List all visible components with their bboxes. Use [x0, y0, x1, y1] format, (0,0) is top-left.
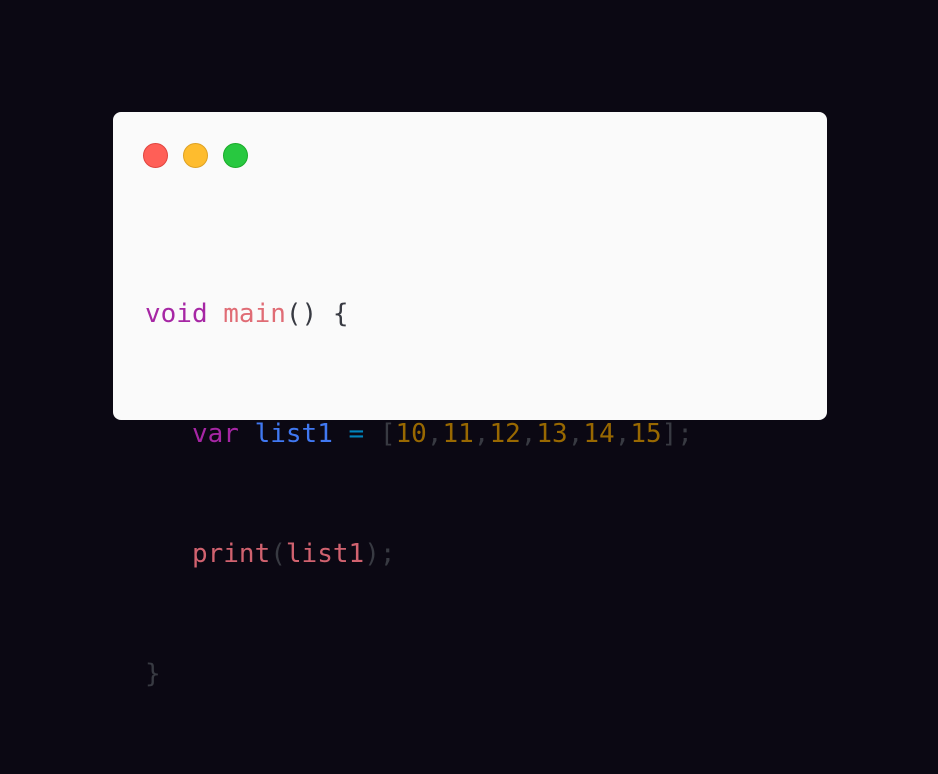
- function-call-print: print: [191, 539, 271, 569]
- assign-operator: =: [348, 419, 365, 449]
- bracket-close: ];: [661, 419, 693, 449]
- close-button[interactable]: [143, 143, 168, 168]
- minimize-button[interactable]: [183, 143, 208, 168]
- variable-list1: list1: [254, 419, 333, 449]
- code-line-2: var list1 = [10,11,12,13,14,15];: [191, 419, 693, 449]
- number-literal: 14: [583, 419, 615, 449]
- code-block: void main() { var list1 = [10,11,12,13,1…: [145, 214, 693, 774]
- paren-open: (: [270, 539, 286, 569]
- keyword-var: var: [191, 419, 239, 449]
- number-literal: 15: [630, 419, 662, 449]
- paren-close: );: [364, 539, 396, 569]
- function-name-main: main: [223, 299, 286, 329]
- code-line-1: void main() {: [145, 294, 693, 334]
- code-window: void main() { var list1 = [10,11,12,13,1…: [113, 112, 827, 689]
- bracket-open: [: [379, 419, 396, 449]
- number-literal: 10: [395, 419, 427, 449]
- argument-list1: list1: [285, 539, 365, 569]
- window-controls: [143, 143, 248, 168]
- keyword-void: void: [145, 299, 208, 329]
- code-line-3: print(list1);: [145, 534, 693, 574]
- code-punctuation: () {: [285, 299, 349, 329]
- maximize-button[interactable]: [223, 143, 248, 168]
- closing-brace: }: [145, 659, 161, 689]
- number-literal: 12: [489, 419, 521, 449]
- code-line-4: }: [145, 654, 693, 694]
- number-literal: 11: [442, 419, 474, 449]
- number-literal: 13: [536, 419, 568, 449]
